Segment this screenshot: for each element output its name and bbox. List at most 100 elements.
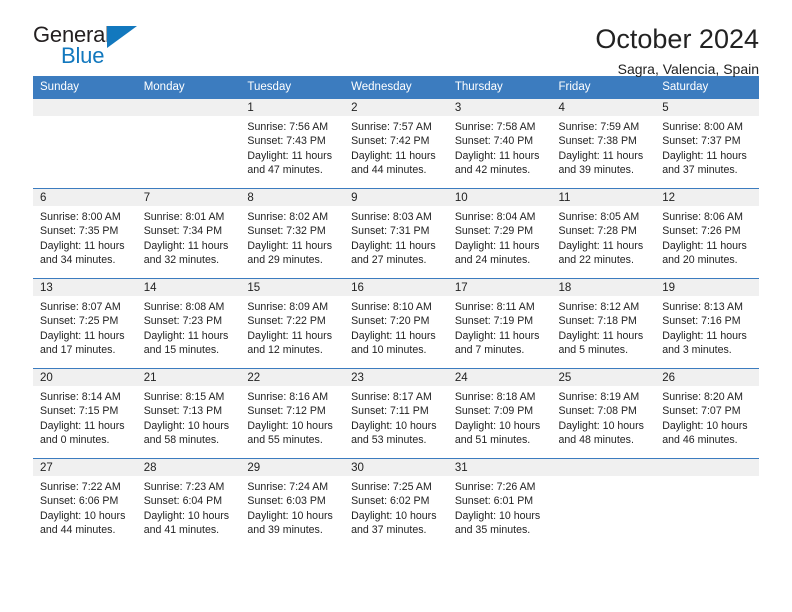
day-details: Sunrise: 7:22 AM Sunset: 6:06 PM Daylight:… <box>33 476 137 538</box>
sunrise-text: Sunrise: 8:06 AM <box>662 211 743 223</box>
day-details: Sunrise: 8:03 AM Sunset: 7:31 PM Daylight:… <box>344 206 448 268</box>
calendar-week-row: 27 Sunrise: 7:22 AM Sunset: 6:06 PM Dayligh… <box>33 458 759 548</box>
page-title: October 2024 <box>595 24 759 54</box>
daylight-text-line2: and 35 minutes. <box>454 524 531 537</box>
day-cell[interactable]: 22 Sunrise: 8:16 AM Sunset: 7:12 PM Dayligh… <box>240 368 345 459</box>
daylight-text-line1: Daylight: 11 hours <box>247 239 333 252</box>
sunset-text: Sunset: 7:28 PM <box>558 225 637 238</box>
day-cell[interactable]: 25 Sunrise: 8:19 AM Sunset: 7:08 PM Dayligh… <box>551 368 656 459</box>
daylight-text-line2: and 58 minutes. <box>143 434 220 447</box>
day-cell[interactable]: 21 Sunrise: 8:15 AM Sunset: 7:13 PM Dayligh… <box>136 368 241 459</box>
day-details: Sunrise: 8:07 AM Sunset: 7:25 PM Daylight:… <box>33 296 137 358</box>
sunrise-text: Sunrise: 8:07 AM <box>40 301 121 313</box>
sunrise-text: Sunrise: 8:03 AM <box>351 211 432 223</box>
sunrise-text: Sunrise: 8:05 AM <box>558 211 640 223</box>
day-cell[interactable]: 17 Sunrise: 8:11 AM Sunset: 7:19 PM Dayligh… <box>447 278 552 369</box>
title-block: October 2024 Sagra, Valencia, Spain <box>595 24 759 77</box>
sunset-text: Sunset: 7:37 PM <box>662 135 741 148</box>
day-cell[interactable]: 5 Sunrise: 8:00 AM Sunset: 7:37 PM Daylight… <box>655 98 759 189</box>
day-details: Sunrise: 8:05 AM Sunset: 7:28 PM Daylight:… <box>552 206 656 268</box>
day-cell[interactable]: 27 Sunrise: 7:22 AM Sunset: 6:06 PM Dayligh… <box>33 458 137 548</box>
day-cell[interactable]: 8 Sunrise: 8:02 AM Sunset: 7:32 PM Daylight… <box>240 188 345 279</box>
day-cell-empty <box>655 458 759 548</box>
day-number: 8 <box>240 189 345 206</box>
weekday-header-thursday: Thursday <box>447 76 552 99</box>
daylight-text-line2: and 12 minutes. <box>247 344 323 357</box>
day-details: Sunrise: 8:10 AM Sunset: 7:20 PM Daylight:… <box>344 296 448 358</box>
day-cell-empty <box>33 98 137 189</box>
day-cell[interactable]: 15 Sunrise: 8:09 AM Sunset: 7:22 PM Dayligh… <box>240 278 345 369</box>
day-details <box>552 476 656 480</box>
day-cell[interactable]: 9 Sunrise: 8:03 AM Sunset: 7:31 PM Daylight… <box>344 188 448 279</box>
day-cell[interactable]: 13 Sunrise: 8:07 AM Sunset: 7:25 PM Dayligh… <box>33 278 137 369</box>
calendar-table: Sunday Monday Tuesday Wednesday Thursday… <box>33 76 759 548</box>
day-cell[interactable]: 1 Sunrise: 7:56 AM Sunset: 7:43 PM Daylight… <box>240 98 345 189</box>
day-details <box>655 476 759 480</box>
day-number: 16 <box>344 279 448 296</box>
sunrise-text: Sunrise: 8:17 AM <box>351 391 432 403</box>
daylight-text-line1: Daylight: 10 hours <box>40 509 126 522</box>
daylight-text-line2: and 22 minutes. <box>558 254 634 267</box>
day-cell[interactable]: 10 Sunrise: 8:04 AM Sunset: 7:29 PM Dayligh… <box>447 188 552 279</box>
sunrise-text: Sunrise: 8:09 AM <box>247 301 329 313</box>
day-details: Sunrise: 8:14 AM Sunset: 7:15 PM Daylight:… <box>33 386 137 448</box>
sunrise-text: Sunrise: 8:15 AM <box>143 391 225 403</box>
day-cell[interactable]: 14 Sunrise: 8:08 AM Sunset: 7:23 PM Dayligh… <box>136 278 241 369</box>
day-cell[interactable]: 20 Sunrise: 8:14 AM Sunset: 7:15 PM Dayligh… <box>33 368 137 459</box>
day-cell[interactable]: 11 Sunrise: 8:05 AM Sunset: 7:28 PM Dayligh… <box>551 188 656 279</box>
daylight-text-line2: and 48 minutes. <box>558 434 634 447</box>
daylight-text-line1: Daylight: 10 hours <box>351 419 437 432</box>
sunset-text: Sunset: 7:07 PM <box>662 405 741 418</box>
day-cell[interactable]: 6 Sunrise: 8:00 AM Sunset: 7:35 PM Daylight… <box>33 188 137 279</box>
day-details: Sunrise: 8:18 AM Sunset: 7:09 PM Daylight:… <box>448 386 552 448</box>
sunset-text: Sunset: 7:38 PM <box>558 135 637 148</box>
daylight-text-line2: and 17 minutes. <box>40 344 116 357</box>
day-cell[interactable]: 30 Sunrise: 7:25 AM Sunset: 6:02 PM Dayligh… <box>344 458 448 548</box>
day-cell[interactable]: 19 Sunrise: 8:13 AM Sunset: 7:16 PM Dayligh… <box>655 278 759 369</box>
daylight-text-line1: Daylight: 11 hours <box>40 239 125 252</box>
day-details: Sunrise: 8:12 AM Sunset: 7:18 PM Daylight:… <box>552 296 656 358</box>
sunset-text: Sunset: 7:26 PM <box>662 225 741 238</box>
day-cell[interactable]: 4 Sunrise: 7:59 AM Sunset: 7:38 PM Daylight… <box>551 98 656 189</box>
daylight-text-line1: Daylight: 11 hours <box>662 239 747 252</box>
day-number: 13 <box>33 279 137 296</box>
weekday-header-friday: Friday <box>551 76 656 99</box>
day-details: Sunrise: 8:19 AM Sunset: 7:08 PM Daylight:… <box>552 386 656 448</box>
day-number: 25 <box>551 369 656 386</box>
day-number <box>551 459 656 476</box>
sunrise-text: Sunrise: 7:58 AM <box>454 121 536 133</box>
daylight-text-line1: Daylight: 10 hours <box>454 509 541 522</box>
day-number: 14 <box>136 279 241 296</box>
day-details: Sunrise: 8:00 AM Sunset: 7:37 PM Daylight:… <box>655 116 759 178</box>
daylight-text-line2: and 37 minutes. <box>662 164 738 177</box>
daylight-text-line2: and 7 minutes. <box>454 344 525 357</box>
day-cell[interactable]: 29 Sunrise: 7:24 AM Sunset: 6:03 PM Dayligh… <box>240 458 345 548</box>
day-cell[interactable]: 24 Sunrise: 8:18 AM Sunset: 7:09 PM Dayligh… <box>447 368 552 459</box>
sunset-text: Sunset: 7:12 PM <box>247 405 326 418</box>
day-cell[interactable]: 23 Sunrise: 8:17 AM Sunset: 7:11 PM Dayligh… <box>344 368 448 459</box>
weekday-header-sunday: Sunday <box>33 76 137 99</box>
sunrise-text: Sunrise: 7:56 AM <box>247 121 329 133</box>
day-cell[interactable]: 28 Sunrise: 7:23 AM Sunset: 6:04 PM Dayligh… <box>136 458 241 548</box>
daylight-text-line2: and 41 minutes. <box>143 524 220 537</box>
day-number <box>655 459 759 476</box>
daylight-text-line1: Daylight: 11 hours <box>558 329 644 342</box>
page-header: General Blue October 2024 Sagra, Valenci… <box>33 0 759 77</box>
day-cell[interactable]: 7 Sunrise: 8:01 AM Sunset: 7:34 PM Daylight… <box>136 188 241 279</box>
daylight-text-line2: and 34 minutes. <box>40 254 116 267</box>
day-cell[interactable]: 16 Sunrise: 8:10 AM Sunset: 7:20 PM Dayligh… <box>344 278 448 369</box>
day-cell[interactable]: 18 Sunrise: 8:12 AM Sunset: 7:18 PM Dayligh… <box>551 278 656 369</box>
day-number: 31 <box>447 459 552 476</box>
daylight-text-line2: and 37 minutes. <box>351 524 427 537</box>
day-cell[interactable]: 31 Sunrise: 7:26 AM Sunset: 6:01 PM Dayligh… <box>447 458 552 548</box>
day-cell[interactable]: 2 Sunrise: 7:57 AM Sunset: 7:42 PM Daylight… <box>344 98 448 189</box>
day-cell[interactable]: 3 Sunrise: 7:58 AM Sunset: 7:40 PM Daylight… <box>447 98 552 189</box>
sunrise-text: Sunrise: 8:00 AM <box>662 121 743 133</box>
day-number: 23 <box>344 369 448 386</box>
day-cell[interactable]: 12 Sunrise: 8:06 AM Sunset: 7:26 PM Dayligh… <box>655 188 759 279</box>
daylight-text-line2: and 44 minutes. <box>40 524 116 537</box>
daylight-text-line1: Daylight: 11 hours <box>40 419 125 432</box>
day-cell[interactable]: 26 Sunrise: 8:20 AM Sunset: 7:07 PM Dayligh… <box>655 368 759 459</box>
daylight-text-line2: and 32 minutes. <box>143 254 220 267</box>
daylight-text-line1: Daylight: 11 hours <box>454 329 540 342</box>
